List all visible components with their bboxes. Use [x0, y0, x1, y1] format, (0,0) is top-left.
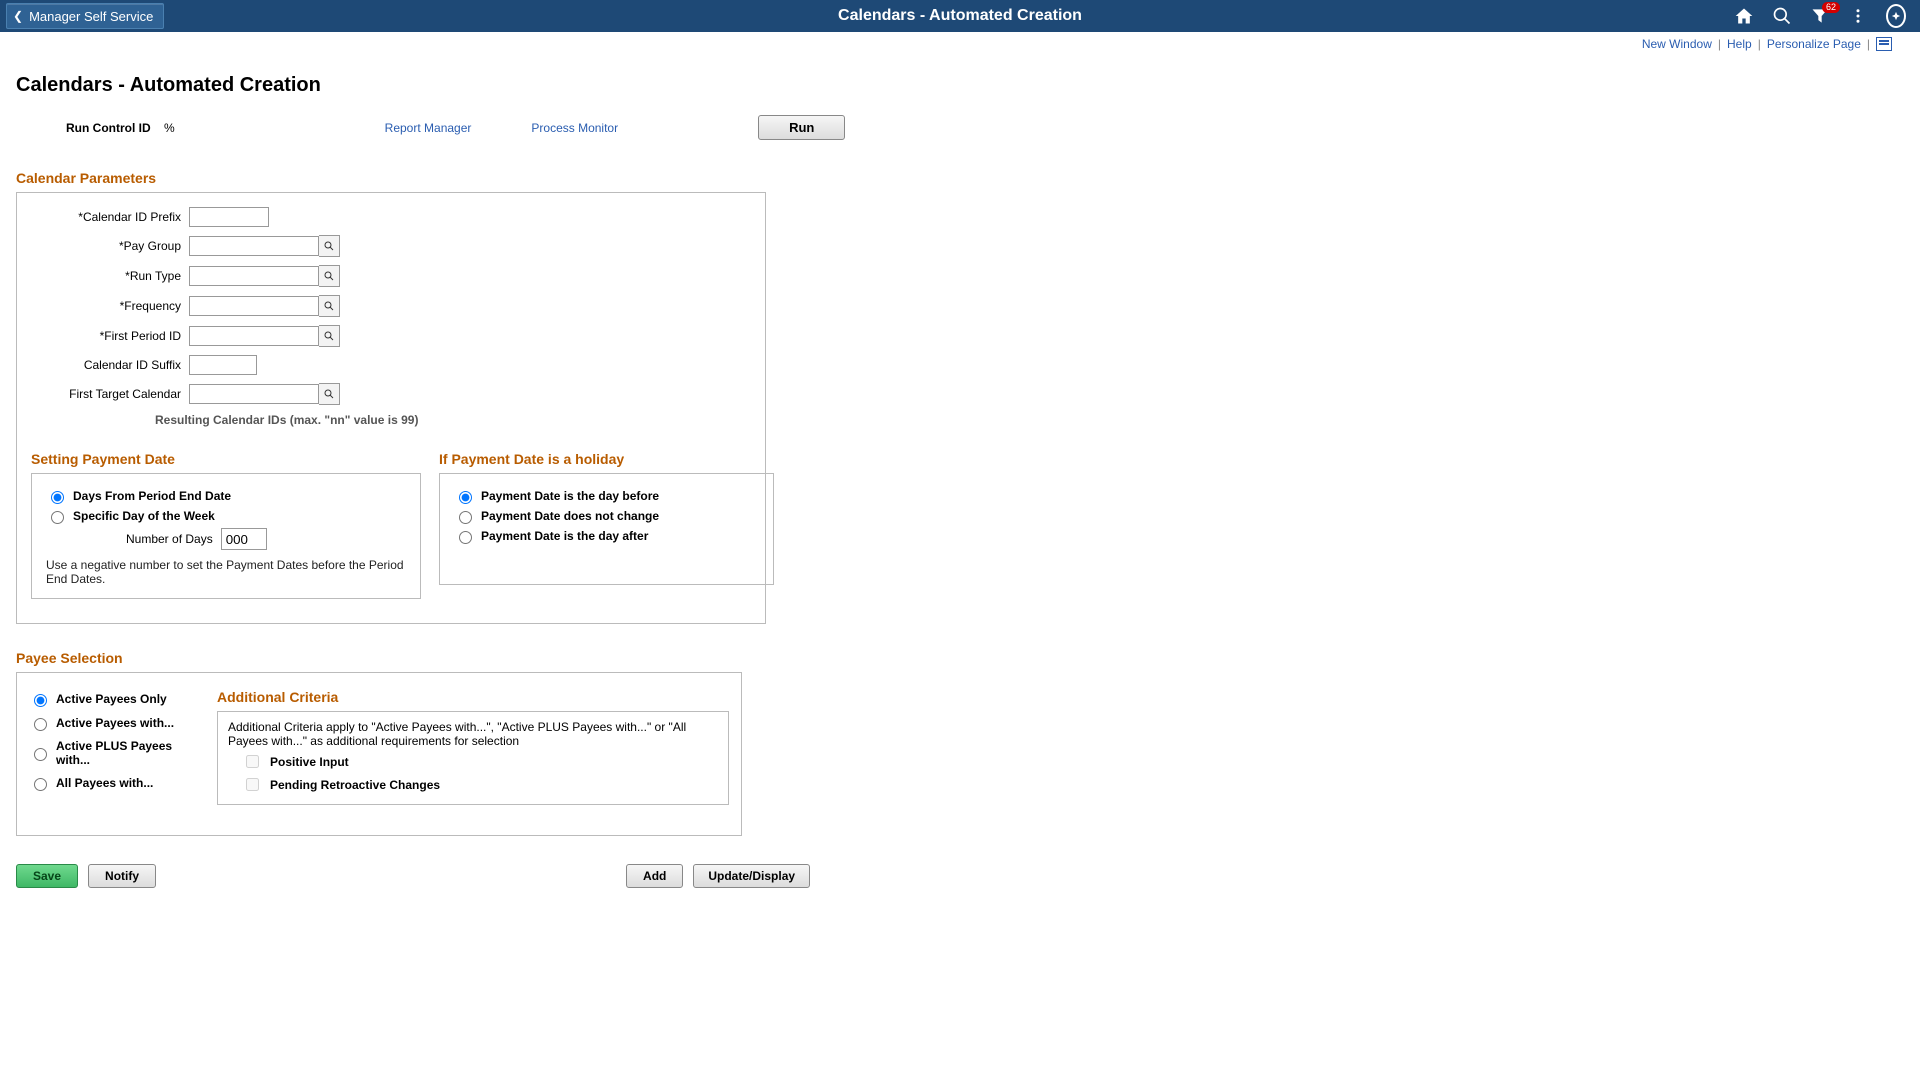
days-from-period-end-option[interactable]: Days From Period End Date [46, 488, 406, 504]
notify-button[interactable]: Notify [88, 864, 156, 888]
calendar-id-suffix-label: Calendar ID Suffix [31, 358, 189, 372]
pending-retro-checkbox[interactable] [246, 778, 259, 791]
first-period-id-label: *First Period ID [31, 329, 189, 343]
holiday-after-radio[interactable] [459, 531, 472, 544]
calendar-id-prefix-input[interactable] [189, 207, 269, 227]
first-target-calendar-lookup-icon[interactable] [319, 383, 340, 405]
process-monitor-link[interactable]: Process Monitor [531, 121, 618, 135]
number-of-days-note: Use a negative number to set the Payment… [46, 558, 406, 586]
run-type-lookup-icon[interactable] [319, 265, 340, 287]
calendar-id-prefix-label: *Calendar ID Prefix [31, 210, 189, 224]
help-link[interactable]: Help [1727, 37, 1752, 51]
additional-criteria-description: Additional Criteria apply to "Active Pay… [228, 720, 718, 748]
run-type-input[interactable] [189, 266, 319, 286]
number-of-days-input[interactable] [221, 528, 267, 550]
active-plus-payees-option[interactable]: Active PLUS Payees with... [29, 739, 197, 767]
holiday-heading: If Payment Date is a holiday [439, 451, 774, 467]
holiday-panel: Payment Date is the day before Payment D… [439, 473, 774, 585]
setting-payment-date-panel: Days From Period End Date Specific Day o… [31, 473, 421, 599]
days-from-period-end-radio[interactable] [51, 491, 64, 504]
run-control-id-value: % [164, 121, 175, 135]
chevron-left-icon: ❮ [13, 9, 23, 23]
specific-day-radio[interactable] [51, 511, 64, 524]
active-payees-only-option[interactable]: Active Payees Only [29, 691, 197, 707]
personalize-page-link[interactable]: Personalize Page [1767, 37, 1861, 51]
active-payees-with-option[interactable]: Active Payees with... [29, 715, 197, 731]
report-manager-link[interactable]: Report Manager [385, 121, 472, 135]
first-target-calendar-label: First Target Calendar [31, 387, 189, 401]
add-button[interactable]: Add [626, 864, 683, 888]
page-title: Calendars - Automated Creation [16, 74, 1904, 97]
payee-selection-heading: Payee Selection [16, 650, 1904, 666]
additional-criteria-box: Additional Criteria apply to "Active Pay… [217, 711, 729, 805]
holiday-same-option[interactable]: Payment Date does not change [454, 508, 759, 524]
active-plus-payees-radio[interactable] [34, 748, 47, 761]
back-label: Manager Self Service [29, 9, 153, 24]
active-payees-with-radio[interactable] [34, 718, 47, 731]
pending-retro-option[interactable]: Pending Retroactive Changes [242, 775, 718, 794]
save-button[interactable]: Save [16, 864, 78, 888]
bottom-button-row: Save Notify Add Update/Display [16, 864, 1904, 888]
back-button[interactable]: ❮ Manager Self Service [6, 3, 164, 29]
frequency-label: *Frequency [31, 299, 189, 313]
run-button[interactable]: Run [758, 115, 845, 140]
home-icon[interactable] [1734, 6, 1754, 26]
update-display-button[interactable]: Update/Display [693, 864, 810, 888]
pay-group-lookup-icon[interactable] [319, 235, 340, 257]
run-control-row: Run Control ID % Report Manager Process … [16, 115, 1904, 140]
resulting-calendar-ids-note: Resulting Calendar IDs (max. "nn" value … [31, 413, 751, 427]
payee-selection-box: Active Payees Only Active Payees with...… [16, 672, 742, 836]
first-period-id-lookup-icon[interactable] [319, 325, 340, 347]
all-payees-with-option[interactable]: All Payees with... [29, 775, 197, 791]
page-scroll-area[interactable]: New Window | Help | Personalize Page | C… [0, 32, 1920, 1080]
all-payees-with-radio[interactable] [34, 778, 47, 791]
frequency-lookup-icon[interactable] [319, 295, 340, 317]
holiday-after-option[interactable]: Payment Date is the day after [454, 528, 759, 544]
setting-payment-date-heading: Setting Payment Date [31, 451, 421, 467]
active-payees-only-radio[interactable] [34, 694, 47, 707]
pay-group-input[interactable] [189, 236, 319, 256]
new-window-link[interactable]: New Window [1642, 37, 1712, 51]
first-period-id-input[interactable] [189, 326, 319, 346]
page-banner-title: Calendars - Automated Creation [0, 7, 1920, 25]
positive-input-checkbox[interactable] [246, 755, 259, 768]
first-target-calendar-input[interactable] [189, 384, 319, 404]
notification-badge: 62 [1822, 2, 1840, 13]
calendar-parameters-heading: Calendar Parameters [16, 170, 1904, 186]
actions-menu-icon[interactable] [1848, 6, 1868, 26]
banner-icon-group: 62 [1734, 6, 1920, 26]
holiday-same-radio[interactable] [459, 511, 472, 524]
number-of-days-label: Number of Days [126, 532, 213, 546]
run-control-id-label: Run Control ID [66, 121, 151, 135]
nav-compass-icon[interactable] [1886, 6, 1906, 26]
search-icon[interactable] [1772, 6, 1792, 26]
top-link-bar: New Window | Help | Personalize Page | [0, 32, 1920, 54]
specific-day-option[interactable]: Specific Day of the Week [46, 508, 406, 524]
holiday-before-option[interactable]: Payment Date is the day before [454, 488, 759, 504]
pay-group-label: *Pay Group [31, 239, 189, 253]
additional-criteria-heading: Additional Criteria [217, 689, 729, 705]
positive-input-option[interactable]: Positive Input [242, 752, 718, 771]
page-layout-icon[interactable] [1876, 37, 1892, 51]
top-banner: ❮ Manager Self Service Calendars - Autom… [0, 0, 1920, 32]
frequency-input[interactable] [189, 296, 319, 316]
notifications-icon[interactable]: 62 [1810, 6, 1830, 26]
calendar-id-suffix-input[interactable] [189, 355, 257, 375]
holiday-before-radio[interactable] [459, 491, 472, 504]
calendar-parameters-box: *Calendar ID Prefix *Pay Group *Run Type… [16, 192, 766, 624]
run-type-label: *Run Type [31, 269, 189, 283]
